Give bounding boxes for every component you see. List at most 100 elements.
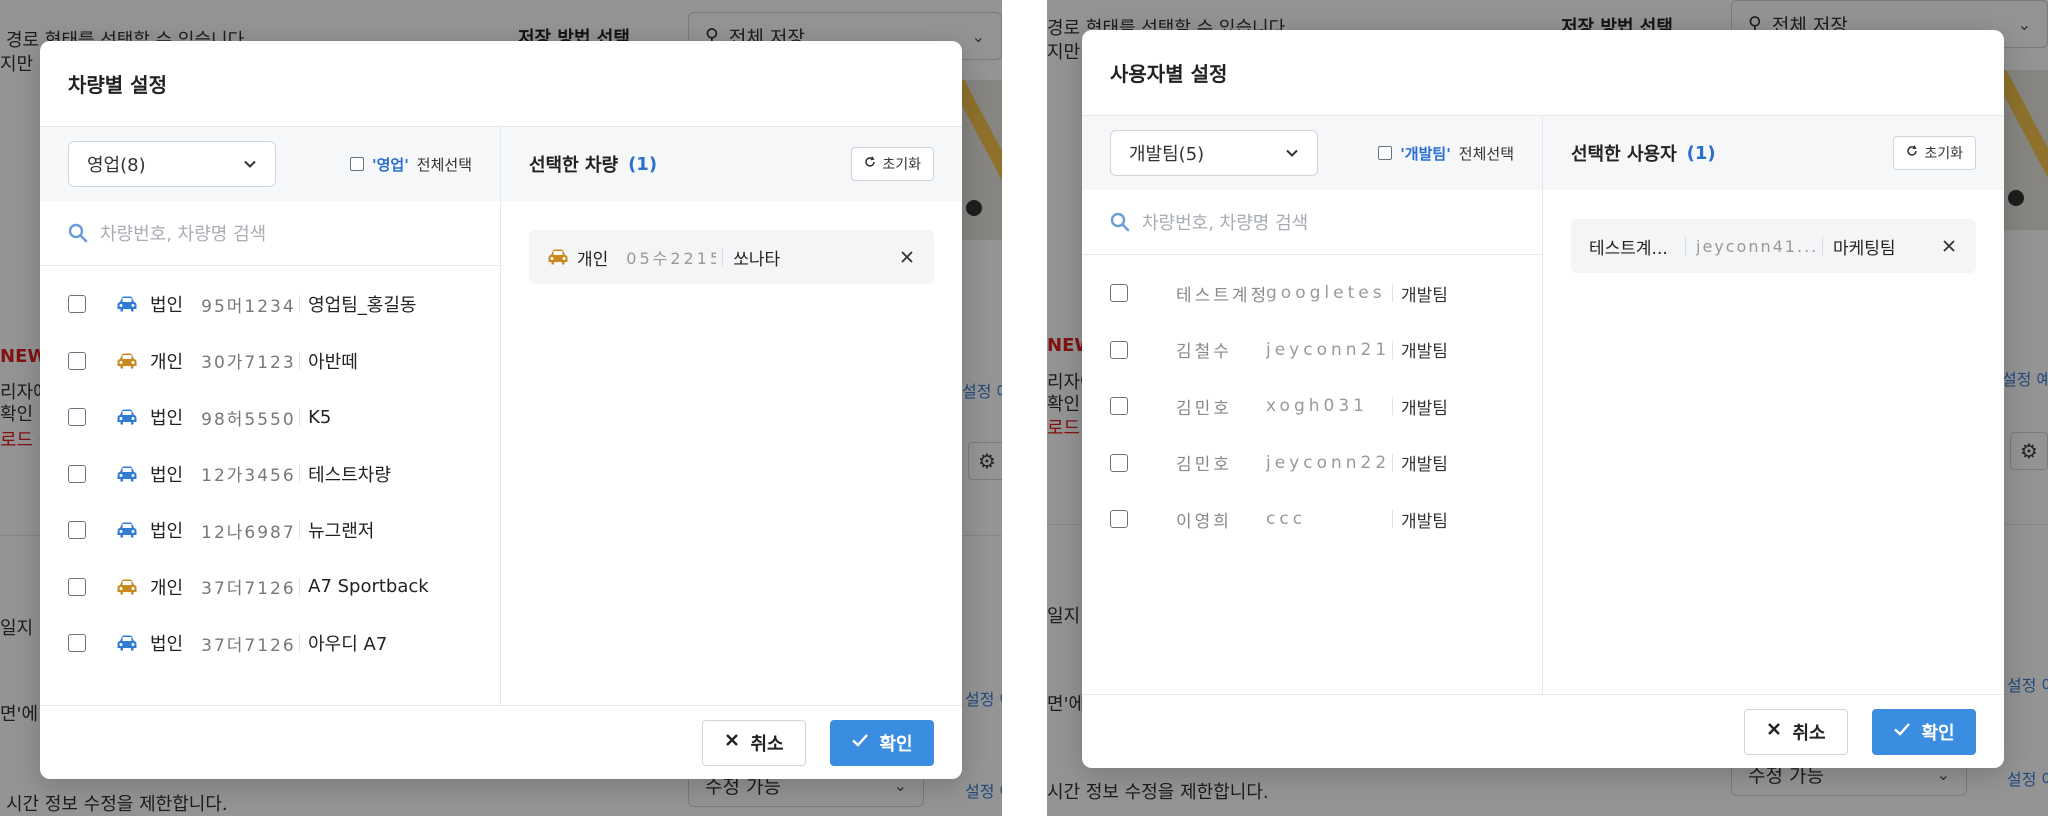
search-field[interactable]: 차량번호, 차량명 검색 <box>1082 190 1542 255</box>
user-name: 테스트계정 <box>1176 285 1266 306</box>
row-checkbox[interactable] <box>1110 340 1128 359</box>
divider <box>1392 397 1393 416</box>
selected-user-team: 마케팅팀 <box>1833 238 1896 259</box>
vehicle-type: 개인 <box>150 351 184 373</box>
list-item[interactable]: 법인 12가3456 테스트차량 <box>40 446 500 503</box>
search-field[interactable]: 차량번호, 차량명 검색 <box>40 201 500 266</box>
confirm-button[interactable]: 확인 <box>830 719 934 766</box>
divider <box>299 351 301 370</box>
list-item[interactable]: 테스트계정 googletest 개발팀 <box>1082 265 1542 322</box>
car-icon <box>116 465 138 483</box>
vehicle-plate: 37더7126 <box>201 579 294 600</box>
cancel-button[interactable]: 취소 <box>702 719 806 766</box>
modal-header: 차량별 설정 <box>40 41 962 127</box>
list-item[interactable]: 김민호 jeyconn22 개발팀 <box>1082 435 1542 492</box>
list-item[interactable]: 이영희 ccc 개발팀 <box>1082 491 1542 548</box>
row-checkbox[interactable] <box>1110 510 1128 529</box>
row-checkbox[interactable] <box>68 408 86 427</box>
car-icon <box>116 408 138 426</box>
row-checkbox[interactable] <box>68 464 86 483</box>
list-item[interactable]: 김철수 jeyconn21 개발팀 <box>1082 322 1542 379</box>
refresh-icon <box>864 156 876 172</box>
row-checkbox[interactable] <box>68 521 86 540</box>
car-icon <box>116 578 138 596</box>
list-item[interactable]: 법인 12나6987 뉴그랜저 <box>40 502 500 559</box>
search-icon <box>68 223 88 243</box>
vehicle-plate: 98허5550 <box>201 409 294 430</box>
confirm-label: 확인 <box>1921 722 1955 744</box>
user-id: xogh031 <box>1266 396 1368 417</box>
select-all-checkbox[interactable] <box>350 157 364 171</box>
vehicle-type: 법인 <box>150 464 184 486</box>
row-checkbox[interactable] <box>68 577 86 596</box>
vehicle-plate: 30가7123 <box>201 353 294 374</box>
list-item[interactable]: 법인 95머1234 영업팀_홍길동 <box>40 276 500 333</box>
vehicle-name: 테스트차량 <box>308 464 391 486</box>
divider <box>1392 340 1393 359</box>
filter-bar: 영업(8) '영업' 전체선택 <box>40 127 500 201</box>
select-all-checkbox[interactable] <box>1378 146 1393 160</box>
select-all-group: '영업' 전체선택 <box>350 154 472 175</box>
close-icon[interactable] <box>1942 238 1958 254</box>
reset-button[interactable]: 초기화 <box>1893 136 1976 170</box>
user-team: 개발팀 <box>1401 455 1448 476</box>
modal-body: 영업(8) '영업' 전체선택 차량번호, 차량명 검색 법인 95머1234 영업… <box>40 127 962 705</box>
row-checkbox[interactable] <box>68 351 86 370</box>
reset-label: 초기화 <box>882 157 921 173</box>
row-checkbox[interactable] <box>68 295 86 314</box>
close-icon <box>724 732 740 753</box>
cancel-label: 취소 <box>1792 722 1826 744</box>
vehicle-name: A7 Sportback <box>308 576 429 598</box>
divider <box>299 408 301 427</box>
row-checkbox[interactable] <box>68 634 86 653</box>
row-checkbox[interactable] <box>1110 453 1128 472</box>
select-all-label: 전체선택 <box>416 155 472 174</box>
chevron-down-icon <box>1285 146 1299 160</box>
selected-vehicle-panel: 선택한 차량 (1) 초기화 개인 05수2215 쏘나타 <box>501 127 962 705</box>
reset-label: 초기화 <box>1924 146 1963 162</box>
selected-vehicle-name: 쏘나타 <box>733 249 781 270</box>
vehicle-name: K5 <box>308 406 332 428</box>
list-item[interactable]: 법인 37더7126 아우디 A7 <box>40 615 500 672</box>
confirm-label: 확인 <box>879 733 913 755</box>
chevron-down-icon <box>243 157 257 171</box>
car-icon <box>116 295 138 313</box>
selected-header: 선택한 사용자 (1) 초기화 <box>1543 116 2004 190</box>
vehicle-name: 뉴그랜저 <box>308 521 375 543</box>
select-all-label: 전체선택 <box>1458 144 1514 163</box>
selected-count: (1) <box>628 153 658 175</box>
list-item[interactable]: 김민호 xogh031 개발팀 <box>1082 378 1542 435</box>
confirm-button[interactable]: 확인 <box>1872 708 1976 755</box>
car-icon <box>547 248 569 266</box>
group-dropdown[interactable]: 개발팀(5) <box>1110 130 1318 176</box>
close-icon[interactable] <box>900 249 916 265</box>
list-item[interactable]: 개인 37더7126 A7 Sportback <box>40 559 500 616</box>
vehicle-plate: 12나6987 <box>201 522 294 543</box>
user-id: googletest <box>1266 283 1386 304</box>
user-list-panel: 개발팀(5) '개발팀' 전체선택 차량번호, 차량명 검색 테스트계정 goog… <box>1082 116 1543 694</box>
selected-vehicle-plate: 05수2215 <box>626 249 717 268</box>
selected-title: 선택한 사용자 <box>1571 144 1677 165</box>
divider <box>299 295 301 314</box>
selected-user-id: jeyconn41... <box>1696 236 1816 256</box>
user-id: jeyconn21 <box>1266 339 1386 360</box>
reset-button[interactable]: 초기화 <box>851 147 934 181</box>
vehicle-name: 영업팀_홍길동 <box>308 295 417 317</box>
close-icon <box>1766 721 1782 742</box>
list-item[interactable]: 법인 98허5550 K5 <box>40 389 500 446</box>
cancel-button[interactable]: 취소 <box>1744 708 1848 755</box>
search-icon <box>1110 212 1130 232</box>
select-all-group-name: '개발팀' <box>1400 144 1451 163</box>
row-checkbox[interactable] <box>1110 397 1128 416</box>
group-dropdown[interactable]: 영업(8) <box>68 141 276 187</box>
search-placeholder: 차량번호, 차량명 검색 <box>1142 213 1309 234</box>
vehicle-list-panel: 영업(8) '영업' 전체선택 차량번호, 차량명 검색 법인 95머1234 영업… <box>40 127 501 705</box>
row-checkbox[interactable] <box>1110 284 1128 303</box>
list-item[interactable]: 개인 30가7123 아반떼 <box>40 333 500 390</box>
vehicle-name: 아우디 A7 <box>308 634 388 656</box>
check-icon <box>1893 721 1911 742</box>
user-id: jeyconn22 <box>1266 452 1386 473</box>
vehicle-type: 법인 <box>150 408 184 430</box>
user-name: 이영희 <box>1176 511 1232 532</box>
divider <box>1822 237 1823 255</box>
